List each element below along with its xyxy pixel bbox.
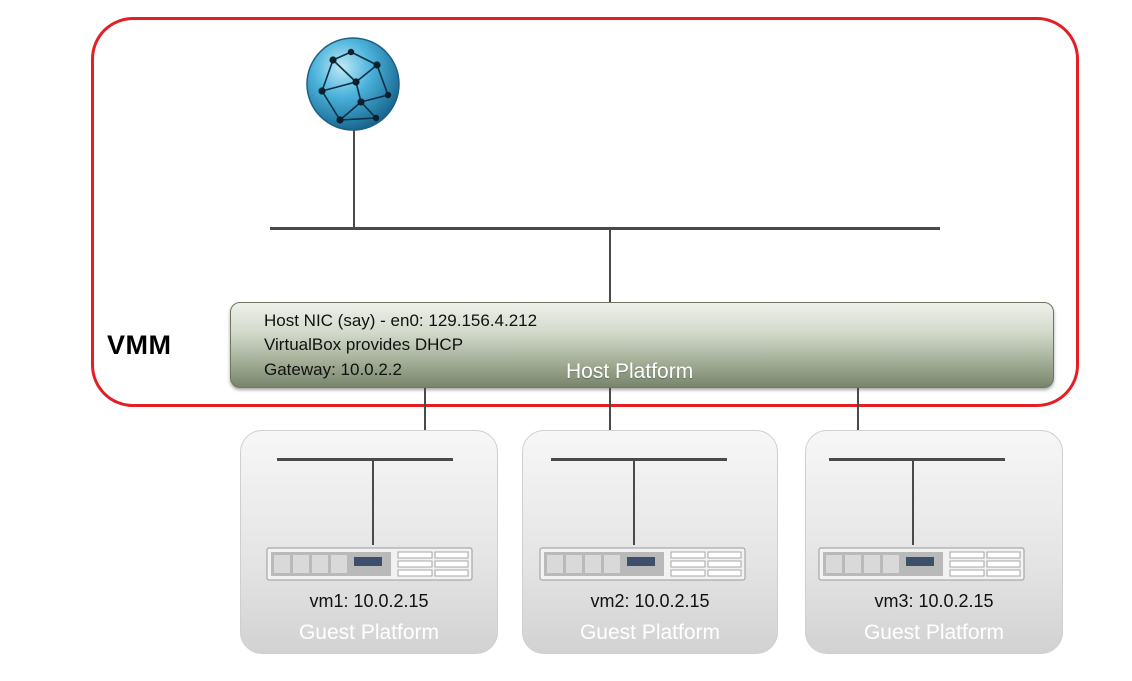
guest-platform-title: Guest Platform xyxy=(298,621,440,644)
guest-bus-drop xyxy=(912,460,914,545)
guest-bus-line xyxy=(829,458,1005,461)
guest-platform-title: Guest Platform xyxy=(579,621,721,644)
host-platform-bar: Host NIC (say) - en0: 129.156.4.212 Virt… xyxy=(230,302,1054,388)
guest-bus-drop xyxy=(633,460,635,545)
guest-platform-vm1: vm1: 10.0.2.15 Guest Platform xyxy=(240,430,498,654)
host-bus-drop xyxy=(609,228,611,303)
host-dhcp-text: VirtualBox provides DHCP xyxy=(264,335,464,354)
host-nic-text: Host NIC (say) - en0: 129.156.4.212 xyxy=(264,311,538,330)
guest-ip-label: vm3: 10.0.2.15 xyxy=(874,591,994,611)
guest-bus-line xyxy=(277,458,453,461)
vmm-label: VMM xyxy=(107,330,172,360)
globe-icon xyxy=(306,37,400,131)
host-platform-title: Host Platform xyxy=(566,360,694,383)
guest-bus-drop xyxy=(372,460,374,545)
globe-uplink xyxy=(353,130,355,228)
guest-ip-label: vm2: 10.0.2.15 xyxy=(590,591,710,611)
network-diagram: VMM Host NIC (say) - en0: 129.156.4.212 … xyxy=(0,0,1132,681)
server-icon xyxy=(818,547,1025,581)
server-icon xyxy=(266,547,473,581)
guest-platform-vm3: vm3: 10.0.2.15 Guest Platform xyxy=(805,430,1063,654)
guest-platform-title: Guest Platform xyxy=(863,621,1005,644)
guest-ip-label: vm1: 10.0.2.15 xyxy=(309,591,429,611)
host-gateway-text: Gateway: 10.0.2.2 xyxy=(264,360,402,379)
host-bus-line xyxy=(270,227,940,230)
guest-bus-line xyxy=(551,458,727,461)
server-icon xyxy=(539,547,746,581)
guest-platform-vm2: vm2: 10.0.2.15 Guest Platform xyxy=(522,430,778,654)
